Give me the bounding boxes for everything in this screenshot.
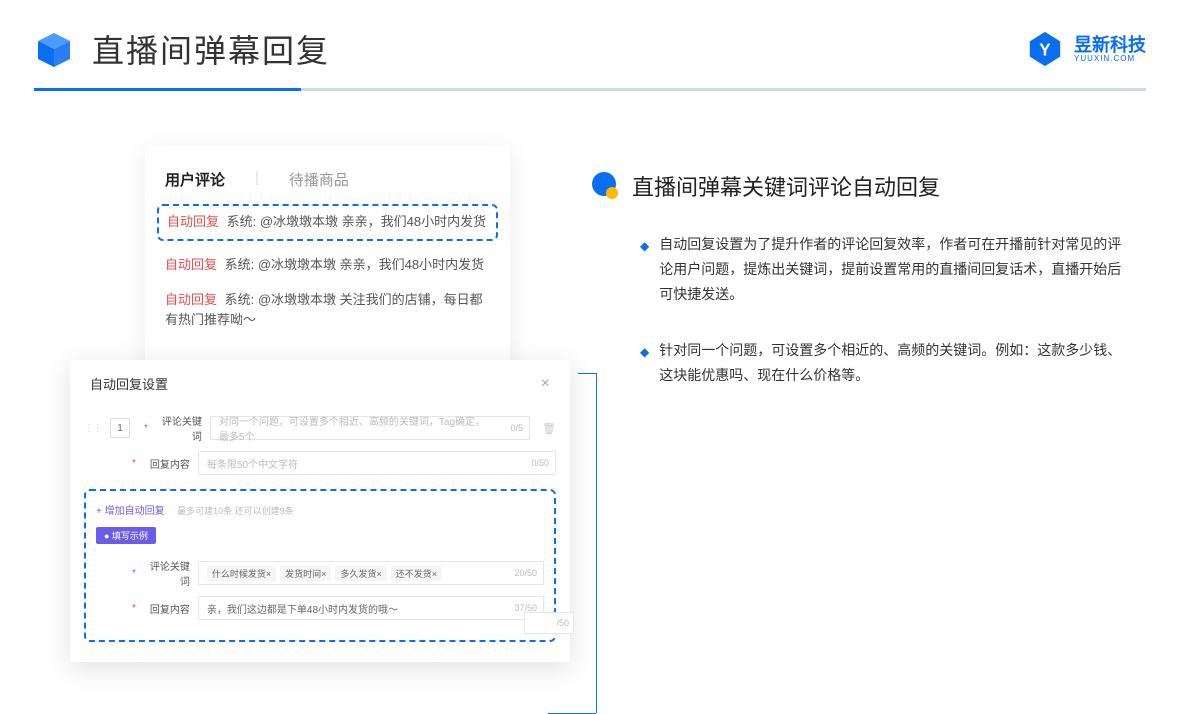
svg-text:Y: Y bbox=[1039, 41, 1051, 60]
comment-row: 自动回复 系统: @冰墩墩本墩 亲亲，我们48小时内发货 bbox=[165, 255, 490, 276]
keyword-label: 评论关键词 bbox=[156, 413, 202, 443]
content-input[interactable]: 亲，我们这边都是下单48小时内发货的哦～ 37/50 bbox=[198, 596, 544, 620]
section-title: 直播间弹幕关键词评论自动回复 bbox=[632, 170, 940, 202]
form-row-content: * 回复内容 每条限50个中文字符 0/50 bbox=[84, 451, 556, 475]
content-input[interactable]: 每条限50个中文字符 0/50 bbox=[198, 451, 556, 475]
required-mark: * bbox=[144, 423, 148, 434]
auto-reply-tag: 自动回复 bbox=[165, 292, 217, 307]
delete-icon[interactable]: 🗑 bbox=[542, 422, 556, 435]
tag[interactable]: 还不发货× bbox=[391, 566, 442, 581]
highlighted-comment: 自动回复 系统: @冰墩墩本墩 亲亲，我们48小时内发货 bbox=[157, 204, 498, 241]
page-title: 直播间弹幕回复 bbox=[92, 26, 330, 72]
settings-card: 自动回复设置 × ⋮⋮ 1 * 评论关键词 对同一个问题，可设置多个相近、高频的… bbox=[70, 360, 570, 662]
keyword-input[interactable]: 对同一个问题，可设置多个相近、高频的关键词，Tag确定，最多5个 0/5 bbox=[210, 416, 530, 440]
cube-icon bbox=[34, 29, 74, 69]
tab-pending-goods[interactable]: 待播商品 bbox=[289, 169, 349, 190]
required-mark: * bbox=[132, 603, 136, 614]
keyword-tags-input[interactable]: 什么时候发货× 发货时间× 多久发货× 还不发货× 20/50 bbox=[198, 561, 544, 585]
required-mark: * bbox=[132, 568, 136, 579]
example-row-keyword: * 评论关键词 什么时候发货× 发货时间× 多久发货× 还不发货× 20/50 bbox=[96, 558, 544, 588]
overflow-count: /50 bbox=[556, 618, 569, 628]
diamond-icon: ◆ bbox=[640, 342, 649, 388]
example-badge: ● 填写示例 bbox=[96, 527, 156, 544]
auto-reply-tag: 自动回复 bbox=[165, 257, 217, 272]
example-block: + 增加自动回复 最多可建10条 还可以创建9条 ● 填写示例 * 评论关键词 … bbox=[84, 489, 556, 642]
bullet-text: 自动回复设置为了提升作者的评论回复效率，作者可在开播前针对常见的评论用户问题，提… bbox=[659, 232, 1130, 308]
brand-text: 昱新科技 YUUXIN.COM bbox=[1074, 36, 1146, 63]
tab-divider: | bbox=[255, 169, 259, 190]
placeholder-text: 每条限50个中文字符 bbox=[207, 456, 298, 471]
content-label: 回复内容 bbox=[144, 601, 190, 616]
drag-handle-icon[interactable]: ⋮⋮ bbox=[84, 423, 102, 434]
index-badge: 1 bbox=[110, 418, 130, 438]
char-count: 0/50 bbox=[531, 458, 549, 468]
overflow-field: /50 bbox=[524, 612, 574, 634]
page-header: 直播间弹幕回复 Y 昱新科技 YUUXIN.COM bbox=[34, 26, 1146, 72]
required-mark: * bbox=[132, 458, 136, 469]
chat-bubble-icon bbox=[590, 171, 620, 201]
right-panel: 直播间弹幕关键词评论自动回复 ◆ 自动回复设置为了提升作者的评论回复效率，作者可… bbox=[590, 170, 1130, 418]
char-count: 20/50 bbox=[514, 568, 537, 578]
comment-text: 系统: @冰墩墩本墩 亲亲，我们48小时内发货 bbox=[227, 214, 487, 229]
brand-name-cn: 昱新科技 bbox=[1074, 36, 1146, 54]
keyword-label: 评论关键词 bbox=[144, 558, 190, 588]
content-value: 亲，我们这边都是下单48小时内发货的哦～ bbox=[207, 601, 398, 616]
tab-user-comments[interactable]: 用户评论 bbox=[165, 169, 225, 190]
diamond-icon: ◆ bbox=[640, 236, 649, 308]
tag[interactable]: 发货时间× bbox=[280, 566, 331, 581]
connector-line bbox=[596, 373, 597, 713]
placeholder-text: 对同一个问题，可设置多个相近、高频的关键词，Tag确定，最多5个 bbox=[219, 413, 493, 443]
close-icon[interactable]: × bbox=[541, 375, 550, 393]
bullet-text: 针对同一个问题，可设置多个相近的、高频的关键词。例如：这款多少钱、这块能优惠吗、… bbox=[659, 338, 1130, 388]
tag[interactable]: 什么时候发货× bbox=[207, 566, 276, 581]
add-hint: 最多可建10条 还可以创建9条 bbox=[177, 506, 294, 516]
auto-reply-tag: 自动回复 bbox=[167, 214, 219, 229]
settings-title: 自动回复设置 bbox=[90, 374, 168, 393]
brand-name-en: YUUXIN.COM bbox=[1074, 54, 1146, 63]
content-label: 回复内容 bbox=[144, 456, 190, 471]
settings-header: 自动回复设置 × bbox=[84, 374, 556, 405]
tabs: 用户评论 | 待播商品 bbox=[165, 169, 490, 190]
bullet-item: ◆ 针对同一个问题，可设置多个相近的、高频的关键词。例如：这款多少钱、这块能优惠… bbox=[640, 338, 1130, 388]
char-count: 0/5 bbox=[511, 423, 524, 433]
example-row-content: * 回复内容 亲，我们这边都是下单48小时内发货的哦～ 37/50 bbox=[96, 596, 544, 620]
brand-logo-icon: Y bbox=[1026, 30, 1064, 68]
comment-row: 自动回复 系统: @冰墩墩本墩 亲亲，我们48小时内发货 bbox=[167, 212, 488, 233]
title-divider bbox=[34, 88, 1146, 91]
bullet-item: ◆ 自动回复设置为了提升作者的评论回复效率，作者可在开播前针对常见的评论用户问题… bbox=[640, 232, 1130, 308]
section-header: 直播间弹幕关键词评论自动回复 bbox=[590, 170, 1130, 202]
brand: Y 昱新科技 YUUXIN.COM bbox=[1026, 30, 1146, 68]
tag[interactable]: 多久发货× bbox=[335, 566, 386, 581]
comment-row: 自动回复 系统: @冰墩墩本墩 关注我们的店铺，每日都有热门推荐呦～ bbox=[165, 290, 490, 332]
comment-text: 系统: @冰墩墩本墩 亲亲，我们48小时内发货 bbox=[225, 257, 485, 272]
header-left: 直播间弹幕回复 bbox=[34, 26, 330, 72]
form-row-keyword: ⋮⋮ 1 * 评论关键词 对同一个问题，可设置多个相近、高频的关键词，Tag确定… bbox=[84, 413, 556, 443]
add-auto-reply-link[interactable]: + 增加自动回复 bbox=[96, 506, 165, 517]
